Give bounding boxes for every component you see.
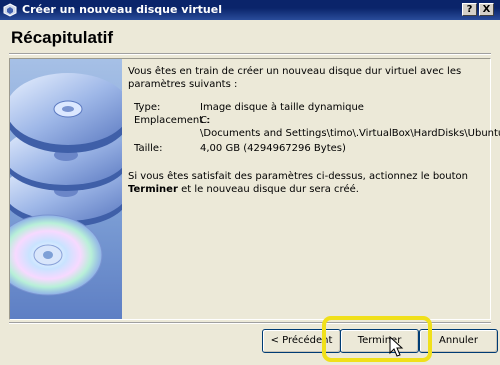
virtualbox-app-icon (3, 3, 17, 17)
intro-text: Vous êtes en train de créer un nouveau d… (128, 66, 462, 90)
header-divider (9, 53, 491, 55)
detail-row-location: Emplacement : C: (134, 114, 484, 127)
details-list: Type: Image disque à taille dynamique Em… (134, 101, 500, 155)
outro-after: et le nouveau disque dur sera créé. (177, 184, 359, 195)
window-title: Créer un nouveau disque virtuel (22, 3, 222, 16)
detail-value: Image disque à taille dynamique (200, 102, 364, 113)
outro-before: Si vous êtes satisfait des paramètres ci… (128, 171, 469, 182)
summary-text: Vous êtes en train de créer un nouveau d… (128, 65, 500, 195)
cd-icon (10, 214, 103, 296)
close-button[interactable]: X (479, 3, 494, 16)
footer-divider (9, 322, 491, 324)
detail-value: C: (200, 115, 211, 126)
outro-bold: Terminer (128, 184, 178, 195)
wizard-artwork (10, 59, 122, 319)
detail-row-type: Type: Image disque à taille dynamique (134, 101, 484, 114)
outro-text: Si vous êtes satisfait des paramètres ci… (128, 170, 488, 196)
cancel-button[interactable]: Annuler (419, 329, 498, 353)
previous-button[interactable]: < Précédent (262, 329, 341, 353)
mouse-cursor-icon (389, 336, 404, 357)
detail-label: Emplacement : (134, 115, 210, 126)
detail-label: Type: (134, 102, 161, 113)
window-titlebar[interactable]: Créer un nouveau disque virtuel ? X (0, 0, 500, 20)
detail-value: \Documents and Settings\timo\.VirtualBox… (200, 128, 500, 139)
finish-button[interactable]: Terminer (340, 329, 419, 353)
detail-row-size: Taille: 4,00 GB (4294967296 Bytes) (134, 142, 484, 155)
detail-value: 4,00 GB (4294967296 Bytes) (200, 143, 346, 154)
help-button[interactable]: ? (462, 3, 477, 16)
detail-row-path: \Documents and Settings\timo\.VirtualBox… (134, 127, 500, 140)
detail-label: Taille: (134, 143, 163, 154)
summary-panel: Vous êtes en train de créer un nouveau d… (9, 58, 500, 320)
page-title: Récapitulatif (11, 28, 114, 47)
